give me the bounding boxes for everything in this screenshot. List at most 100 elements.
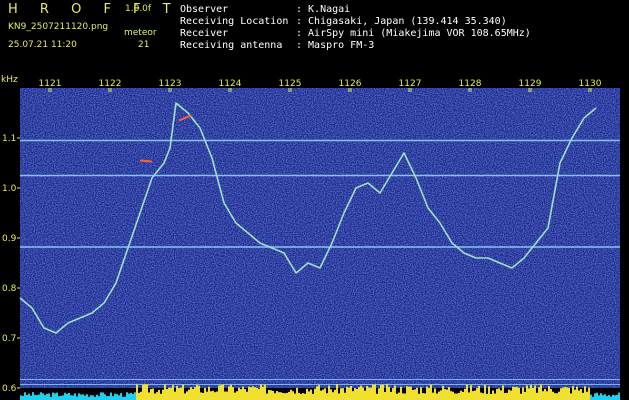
level-bar: [602, 395, 604, 400]
level-bar: [488, 386, 490, 400]
level-bar: [416, 387, 418, 400]
level-bar: [110, 392, 112, 400]
level-bar: [172, 385, 174, 400]
level-bar: [188, 389, 190, 400]
level-bar: [396, 393, 398, 400]
level-bar: [182, 384, 184, 400]
level-bar: [70, 395, 72, 400]
level-bar: [578, 390, 580, 400]
level-bar: [56, 392, 58, 400]
level-bar: [556, 393, 558, 400]
level-bar: [348, 387, 350, 400]
level-bar: [414, 389, 416, 400]
level-bar: [430, 384, 432, 400]
level-bar: [196, 384, 198, 400]
level-bar: [610, 396, 612, 400]
level-bar: [392, 388, 394, 400]
level-bar: [408, 386, 410, 400]
level-bar: [252, 386, 254, 400]
level-bar: [600, 393, 602, 400]
level-bar: [310, 389, 312, 400]
level-bar: [190, 387, 192, 400]
level-bar: [502, 385, 504, 400]
level-bar: [180, 387, 182, 400]
level-bar: [584, 386, 586, 400]
level-bar: [562, 387, 564, 400]
level-bar: [352, 391, 354, 400]
level-bar: [224, 391, 226, 400]
level-bar: [404, 393, 406, 400]
level-bar: [426, 386, 428, 400]
level-bar: [434, 388, 436, 400]
level-bar: [594, 393, 596, 400]
level-bar: [96, 394, 98, 400]
level-bar: [212, 390, 214, 400]
level-bar: [468, 392, 470, 400]
level-bar: [92, 395, 94, 400]
y-tick-label: 0.9: [2, 234, 17, 244]
level-bar: [232, 387, 234, 400]
level-bar: [346, 386, 348, 400]
level-bar: [52, 392, 54, 400]
level-bar: [192, 388, 194, 400]
level-bar: [456, 393, 458, 400]
level-bar: [334, 389, 336, 400]
level-bar: [166, 389, 168, 400]
x-tick-label: 1123: [159, 79, 182, 89]
level-bar: [586, 391, 588, 400]
level-bar: [134, 392, 136, 400]
level-bar: [184, 393, 186, 400]
level-bar: [376, 393, 378, 400]
level-bar: [142, 384, 144, 400]
level-bar: [428, 387, 430, 400]
level-bar: [386, 384, 388, 400]
level-bar: [564, 386, 566, 400]
level-bar: [38, 394, 40, 400]
level-bar: [272, 390, 274, 400]
x-tick-label: 1122: [99, 79, 122, 89]
level-bar: [356, 388, 358, 400]
level-bar: [144, 384, 146, 400]
level-bar: [532, 387, 534, 400]
y-tick-label: 0.6: [2, 384, 17, 394]
level-bar: [116, 394, 118, 400]
level-bar: [508, 389, 510, 400]
x-tick-label: 1126: [339, 79, 362, 89]
x-tick-label: 1129: [519, 79, 542, 89]
level-bar: [292, 391, 294, 400]
level-bar: [136, 384, 138, 400]
level-bar: [402, 393, 404, 400]
level-bar: [442, 385, 444, 400]
level-bar: [570, 393, 572, 400]
level-bar: [284, 393, 286, 400]
level-bar: [568, 387, 570, 400]
level-bar: [516, 386, 518, 400]
level-bar: [66, 393, 68, 400]
level-bar: [132, 394, 134, 400]
level-bar: [540, 384, 542, 400]
y-axis-unit: kHz: [1, 75, 18, 85]
level-bar: [484, 384, 486, 400]
level-bar: [528, 388, 530, 400]
x-tick-label: 1127: [399, 79, 422, 89]
level-bar: [28, 393, 30, 400]
level-bar: [454, 393, 456, 400]
y-tick-label: 1.1: [2, 134, 16, 144]
x-tick-label: 1130: [579, 79, 602, 89]
level-bar: [494, 393, 496, 400]
level-bar: [368, 387, 370, 400]
level-bar: [156, 392, 158, 400]
level-bar: [420, 387, 422, 400]
level-bar: [566, 387, 568, 400]
level-bar: [32, 392, 34, 400]
level-bar: [328, 385, 330, 400]
level-bar: [342, 388, 344, 400]
level-bar: [194, 386, 196, 400]
spectrogram-chart: kHz 0.6 0.7 0.8 0.9 1.0 1.1 1121 1122 1123 1124 1…: [1, 75, 620, 400]
level-bar: [214, 392, 216, 400]
y-axis: 0.6 0.7 0.8 0.9 1.0 1.1: [2, 134, 20, 394]
level-bar: [546, 391, 548, 400]
level-bar: [64, 392, 66, 400]
level-bar: [498, 388, 500, 400]
level-bar: [458, 392, 460, 400]
